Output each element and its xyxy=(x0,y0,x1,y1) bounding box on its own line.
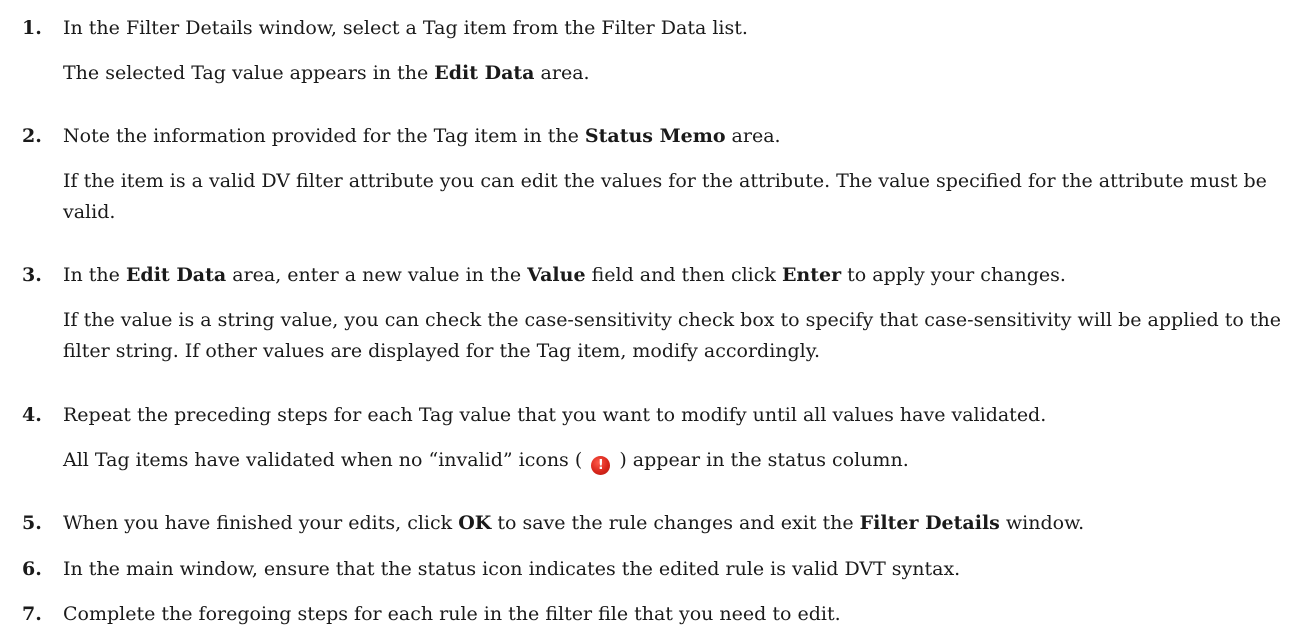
ui-term: OK xyxy=(458,512,492,534)
text-run: area. xyxy=(725,125,781,147)
step-note: All Tag items have validated when no “in… xyxy=(63,445,1298,476)
ui-term: Status Memo xyxy=(584,125,726,147)
instructions-document: 1. In the Filter Details window, select … xyxy=(0,0,1313,631)
step-body: When you have finished your edits, click… xyxy=(63,508,1298,539)
step-body: In the Edit Data area, enter a new value… xyxy=(63,260,1298,367)
step-text: In the Edit Data area, enter a new value… xyxy=(63,260,1298,291)
step-body: In the Filter Details window, select a T… xyxy=(63,13,1298,89)
text-run: The selected Tag value appears in the xyxy=(63,62,435,84)
ui-term: Filter Details xyxy=(859,512,1000,534)
step-text: Complete the foregoing steps for each ru… xyxy=(63,603,841,625)
step-note: If the value is a string value, you can … xyxy=(63,309,1282,362)
step-number: 1. xyxy=(22,17,42,39)
text-run: to apply your changes. xyxy=(841,264,1066,286)
step-text: Repeat the preceding steps for each Tag … xyxy=(63,404,1047,426)
text-run: to save the rule changes and exit the xyxy=(491,512,860,534)
step-number: 2. xyxy=(22,125,42,147)
step-text: Note the information provided for the Ta… xyxy=(63,121,1298,152)
text-run: When you have finished your edits, click xyxy=(63,512,459,534)
text-run: ) appear in the status column. xyxy=(619,449,909,471)
step-number: 5. xyxy=(22,512,42,534)
step-body: In the main window, ensure that the stat… xyxy=(63,554,1298,585)
step-number: 4. xyxy=(22,404,42,426)
ui-term: Value xyxy=(527,264,586,286)
step-text: When you have finished your edits, click… xyxy=(63,508,1298,539)
text-run: area. xyxy=(534,62,590,84)
step-note: The selected Tag value appears in the Ed… xyxy=(63,58,1298,89)
text-run: In the xyxy=(63,264,126,286)
step-body: Repeat the preceding steps for each Tag … xyxy=(63,400,1298,476)
step-number: 3. xyxy=(22,264,42,286)
step-number: 6. xyxy=(22,558,42,580)
text-run: window. xyxy=(999,512,1085,534)
text-run: area, enter a new value in the xyxy=(226,264,528,286)
text-run: All Tag items have validated when no “in… xyxy=(63,449,583,471)
step-body: Complete the foregoing steps for each ru… xyxy=(63,599,1298,630)
text-run: field and then click xyxy=(585,264,782,286)
ui-term: Edit Data xyxy=(125,264,227,286)
ui-term: Enter xyxy=(781,264,842,286)
step-text: In the Filter Details window, select a T… xyxy=(63,17,748,39)
ui-term: Edit Data xyxy=(434,62,535,84)
step-number: 7. xyxy=(22,603,42,625)
step-text: In the main window, ensure that the stat… xyxy=(63,558,961,580)
step-note: If the item is a valid DV filter attribu… xyxy=(63,170,1267,223)
text-run: Note the information provided for the Ta… xyxy=(63,125,585,147)
step-body: Note the information provided for the Ta… xyxy=(63,121,1298,228)
invalid-icon: ! xyxy=(591,456,611,475)
